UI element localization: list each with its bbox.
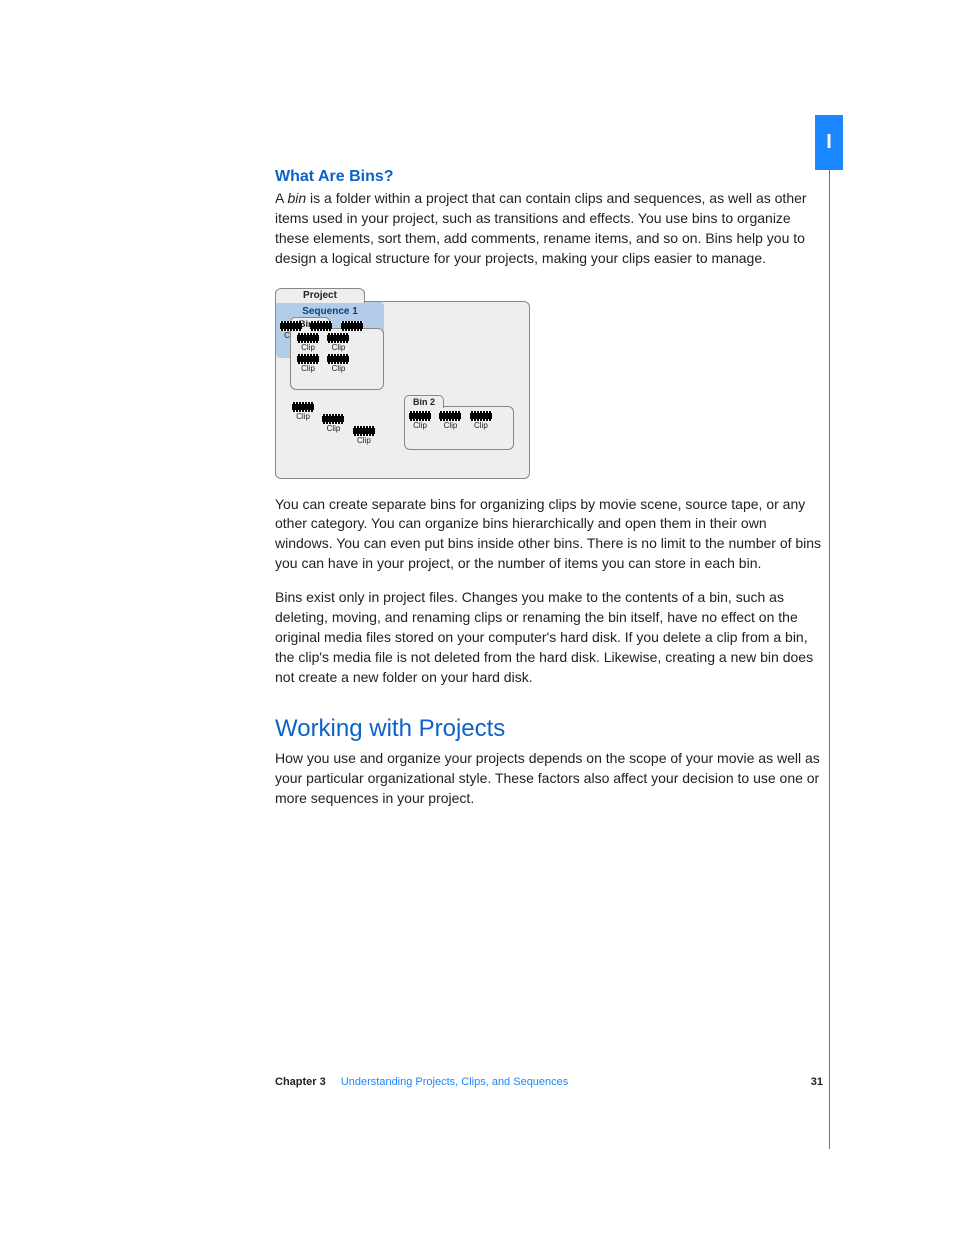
clip-icon: Clip (325, 354, 351, 373)
loose-clips: Clip Clip Clip (290, 402, 377, 421)
paragraph-working-with-projects: How you use and organize your projects d… (275, 749, 823, 809)
bin-2-label: Bin 2 (404, 395, 444, 408)
clip-icon: Clip (320, 414, 346, 433)
project-tab-label: Project (275, 288, 365, 303)
margin-rule (829, 170, 830, 1149)
clip-icon: Clip (437, 411, 463, 430)
project-structure-diagram: Project Bin 1 Clip Clip Clip Clip Sequen… (275, 301, 530, 479)
text: A (275, 190, 287, 206)
page-content: What Are Bins? A bin is a folder within … (275, 168, 823, 823)
clip-icon: Clip (351, 426, 377, 445)
clip-icon: Clip (295, 354, 321, 373)
bin-2-box: Bin 2 Clip Clip Clip (404, 406, 514, 450)
heading-what-are-bins: What Are Bins? (275, 168, 823, 186)
clip-icon: Clip (468, 411, 494, 430)
clip-icon: Clip (295, 333, 321, 352)
text: is a folder within a project that can co… (275, 190, 807, 266)
clip-icon: Clip (290, 402, 316, 421)
footer-chapter-title: Understanding Projects, Clips, and Seque… (341, 1076, 568, 1088)
paragraph-bins-project-files: Bins exist only in project files. Change… (275, 588, 823, 687)
heading-working-with-projects: Working with Projects (275, 715, 823, 743)
term-bin: bin (287, 190, 306, 206)
footer-chapter: Chapter 3 (275, 1076, 326, 1088)
paragraph-separate-bins: You can create separate bins for organiz… (275, 495, 823, 575)
part-indicator-tab: I (815, 115, 843, 170)
clip-icon: Clip (407, 411, 433, 430)
sequence-1-label: Sequence 1 (276, 302, 384, 317)
page-footer: Chapter 3 Understanding Projects, Clips,… (275, 1076, 823, 1088)
bin-1-box: Bin 1 Clip Clip Clip Clip (290, 328, 384, 390)
clip-icon: Clip (325, 333, 351, 352)
paragraph-bin-definition: A bin is a folder within a project that … (275, 189, 823, 269)
page-number: 31 (811, 1076, 823, 1088)
